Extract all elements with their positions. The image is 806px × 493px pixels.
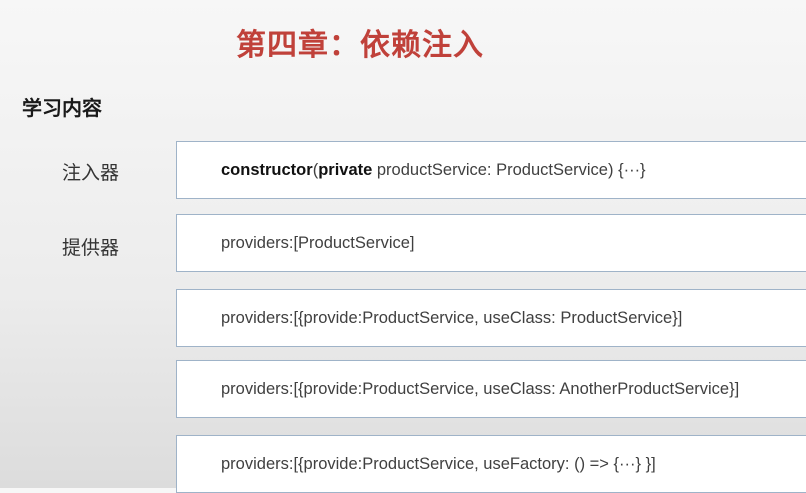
provider-label: 提供器	[62, 237, 120, 259]
providers-code-2: providers:[{provide:ProductService, useC…	[221, 308, 683, 327]
providers-code-box-3: providers:[{provide:ProductService, useC…	[176, 360, 806, 418]
private-keyword: private	[318, 160, 373, 179]
injector-label: 注入器	[62, 162, 120, 184]
providers-code-3: providers:[{provide:ProductService, useC…	[221, 379, 740, 398]
slide-title: 第四章：依赖注入	[236, 28, 484, 63]
providers-code-box-2: providers:[{provide:ProductService, useC…	[176, 289, 806, 347]
constructor-params: productService: ProductService) {···}	[372, 160, 646, 179]
providers-code-box-1: providers:[ProductService]	[176, 214, 806, 272]
providers-code-4: providers:[{provide:ProductService, useF…	[221, 454, 656, 473]
section-heading: 学习内容	[22, 96, 102, 120]
constructor-keyword: constructor	[221, 160, 313, 179]
constructor-code-box: constructor(private productService: Prod…	[176, 141, 806, 199]
providers-code-box-4: providers:[{provide:ProductService, useF…	[176, 435, 806, 493]
providers-code-1: providers:[ProductService]	[221, 233, 415, 252]
